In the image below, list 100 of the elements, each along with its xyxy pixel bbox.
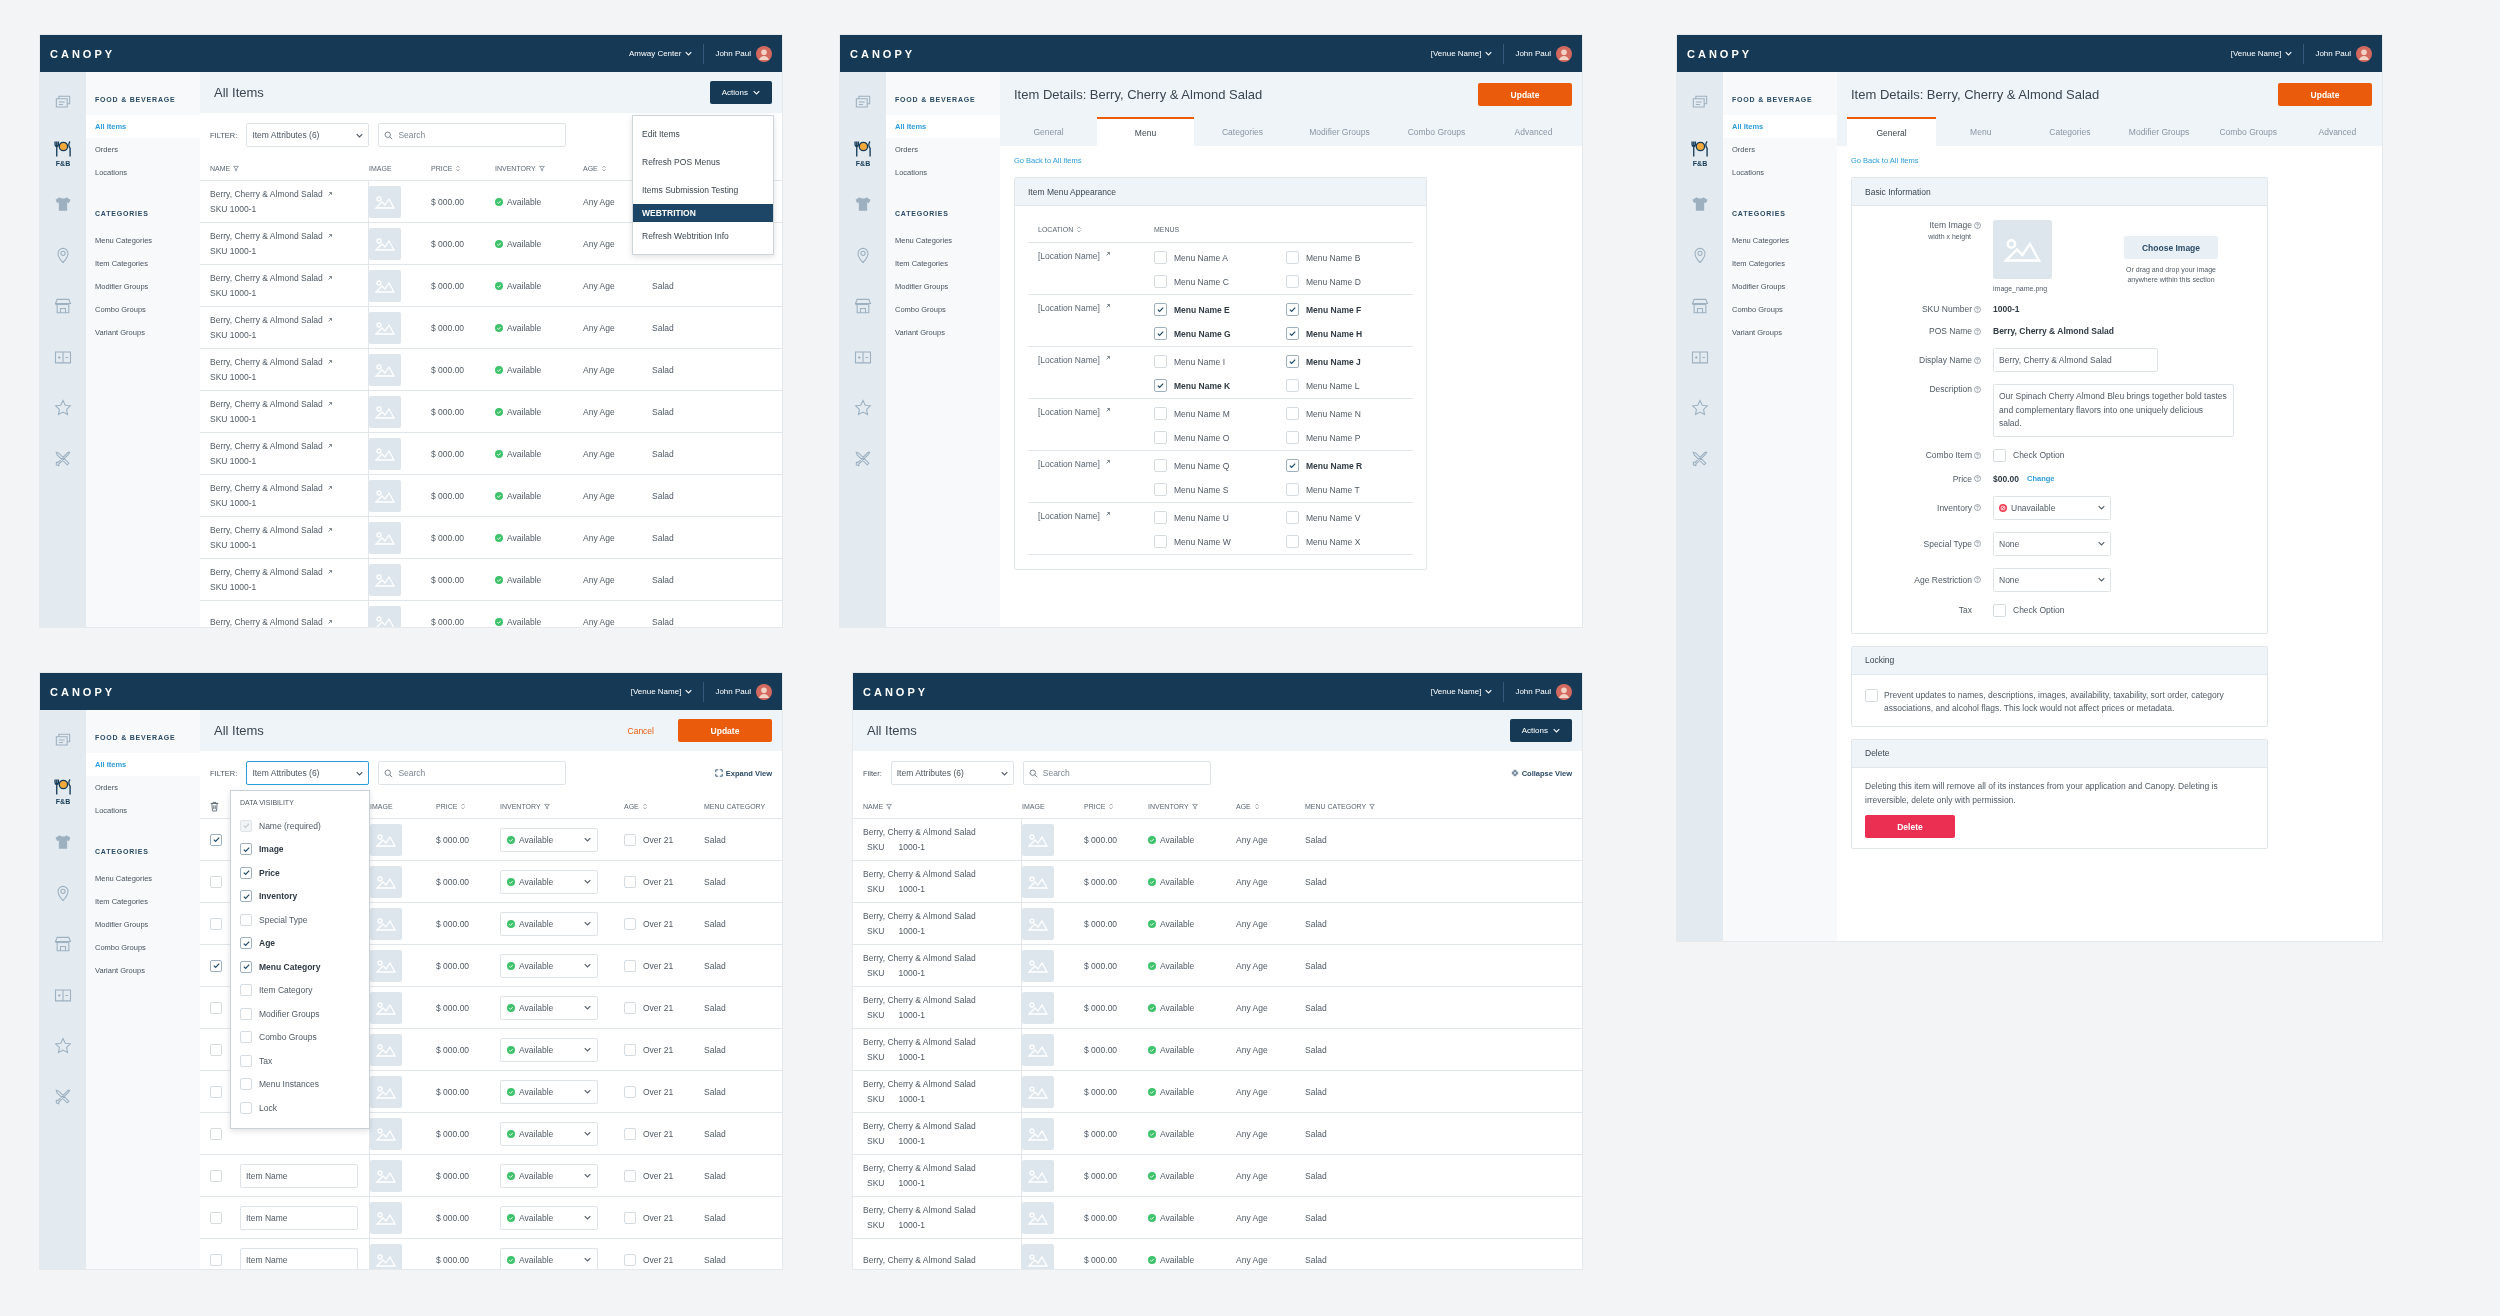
inventory-select[interactable]: Available <box>500 911 598 936</box>
inventory-select[interactable]: Available <box>500 1163 598 1188</box>
checkbox[interactable] <box>210 1211 222 1224</box>
checkbox[interactable] <box>210 917 222 930</box>
inventory-select[interactable]: Available <box>500 1079 598 1104</box>
checkbox[interactable] <box>240 1007 252 1020</box>
external-link-icon[interactable] <box>326 191 333 197</box>
inventory-select[interactable]: Available <box>500 1037 598 1062</box>
help-icon[interactable] <box>1974 385 1981 393</box>
delete-button[interactable]: Delete <box>1865 815 1955 839</box>
menu-item[interactable]: Refresh POS Menus <box>633 148 773 176</box>
user-menu[interactable]: John Paul <box>1515 45 1572 62</box>
checkbox[interactable] <box>1286 407 1299 420</box>
checkbox[interactable] <box>624 1211 636 1224</box>
checkbox[interactable] <box>1286 379 1299 392</box>
external-link-icon[interactable] <box>326 569 333 575</box>
filter-dropdown[interactable]: Item Attributes (6) <box>246 123 370 147</box>
checkbox[interactable] <box>624 1253 636 1266</box>
external-link-icon[interactable] <box>1104 251 1111 257</box>
inventory-select[interactable]: Available <box>500 1247 598 1269</box>
external-link-icon[interactable] <box>326 401 333 407</box>
select-field[interactable]: None <box>1993 531 2111 556</box>
checkbox[interactable] <box>1993 448 2006 462</box>
checkbox[interactable] <box>1154 511 1167 524</box>
inventory-select[interactable]: Available <box>500 1205 598 1230</box>
help-icon[interactable] <box>1974 327 1981 335</box>
checkbox[interactable] <box>210 833 222 846</box>
venue-dropdown[interactable]: Amway Center <box>628 49 693 58</box>
inventory-select[interactable]: Available <box>500 869 598 894</box>
venue-dropdown[interactable]: [Venue Name] <box>1430 687 1493 696</box>
checkbox[interactable] <box>1865 688 1878 702</box>
checkbox[interactable] <box>240 913 252 926</box>
external-link-icon[interactable] <box>326 359 333 365</box>
checkbox[interactable] <box>624 1127 636 1140</box>
choose-image-button[interactable]: Choose Image <box>2124 236 2218 260</box>
checkbox[interactable] <box>1286 251 1299 264</box>
primary-button[interactable]: Update <box>1478 83 1572 106</box>
checkbox[interactable] <box>1154 303 1167 316</box>
checkbox[interactable] <box>240 937 252 950</box>
checkbox[interactable] <box>210 1001 222 1014</box>
primary-button[interactable]: Update <box>2278 83 2372 106</box>
menu-item[interactable]: Refresh Webtrition Info <box>633 222 773 250</box>
external-link-icon[interactable] <box>326 233 333 239</box>
external-link-icon[interactable] <box>326 618 333 625</box>
filter-dropdown[interactable]: Item Attributes (6) <box>246 761 370 785</box>
inventory-select[interactable]: Available <box>500 1121 598 1146</box>
checkbox[interactable] <box>624 1085 636 1098</box>
checkbox[interactable] <box>240 1031 252 1044</box>
checkbox[interactable] <box>1154 379 1167 392</box>
name-field[interactable]: Item Name <box>240 1163 358 1188</box>
checkbox[interactable] <box>1286 459 1299 472</box>
checkbox[interactable] <box>1154 459 1167 472</box>
checkbox[interactable] <box>240 960 252 973</box>
inventory-select[interactable]: Available <box>500 827 598 852</box>
filter-dropdown[interactable]: Item Attributes (6) <box>890 761 1014 785</box>
user-menu[interactable]: John Paul <box>715 683 772 700</box>
external-link-icon[interactable] <box>326 317 333 323</box>
menu-item[interactable]: Items Submission Testing <box>633 176 773 204</box>
venue-dropdown[interactable]: [Venue Name] <box>1430 49 1493 58</box>
select-field[interactable]: None <box>1993 567 2111 592</box>
external-link-icon[interactable] <box>1104 459 1111 465</box>
external-link-icon[interactable] <box>326 485 333 491</box>
checkbox[interactable] <box>210 1127 222 1140</box>
checkbox[interactable] <box>240 866 252 879</box>
checkbox[interactable] <box>210 1043 222 1056</box>
help-icon[interactable] <box>1974 576 1981 584</box>
checkbox[interactable] <box>1286 511 1299 524</box>
checkbox[interactable] <box>1993 603 2006 617</box>
user-menu[interactable]: John Paul <box>1515 683 1572 700</box>
checkbox[interactable] <box>1154 355 1167 368</box>
user-menu[interactable]: John Paul <box>2315 45 2372 62</box>
checkbox[interactable] <box>210 875 222 888</box>
checkbox[interactable] <box>240 890 252 903</box>
checkbox[interactable] <box>624 959 636 972</box>
checkbox[interactable] <box>1154 407 1167 420</box>
external-link-icon[interactable] <box>326 443 333 449</box>
search-field[interactable]: Search <box>378 761 567 785</box>
checkbox[interactable] <box>210 1253 222 1266</box>
help-icon[interactable] <box>1974 305 1981 313</box>
inventory-select[interactable]: Available <box>500 953 598 978</box>
checkbox[interactable] <box>240 843 252 856</box>
primary-button[interactable]: Update <box>678 719 772 742</box>
help-icon[interactable] <box>1974 475 1981 483</box>
checkbox[interactable] <box>240 1054 252 1067</box>
help-icon[interactable] <box>1974 504 1981 512</box>
checkbox[interactable] <box>240 984 252 997</box>
external-link-icon[interactable] <box>1104 511 1111 517</box>
tab[interactable]: Menu <box>1097 117 1194 146</box>
external-link-icon[interactable] <box>1104 355 1111 361</box>
text-field[interactable]: Berry, Cherry & Almond Salad <box>1993 348 2158 372</box>
trash-icon[interactable] <box>210 801 219 812</box>
user-menu[interactable]: John Paul <box>715 45 772 62</box>
venue-dropdown[interactable]: [Venue Name] <box>2230 49 2293 58</box>
checkbox[interactable] <box>624 875 636 888</box>
checkbox[interactable] <box>1154 251 1167 264</box>
checkbox[interactable] <box>240 1078 252 1091</box>
inventory-select[interactable]: Available <box>500 995 598 1020</box>
name-field[interactable]: Item Name <box>240 1247 358 1269</box>
external-link-icon[interactable] <box>1104 303 1111 309</box>
checkbox[interactable] <box>1286 327 1299 340</box>
